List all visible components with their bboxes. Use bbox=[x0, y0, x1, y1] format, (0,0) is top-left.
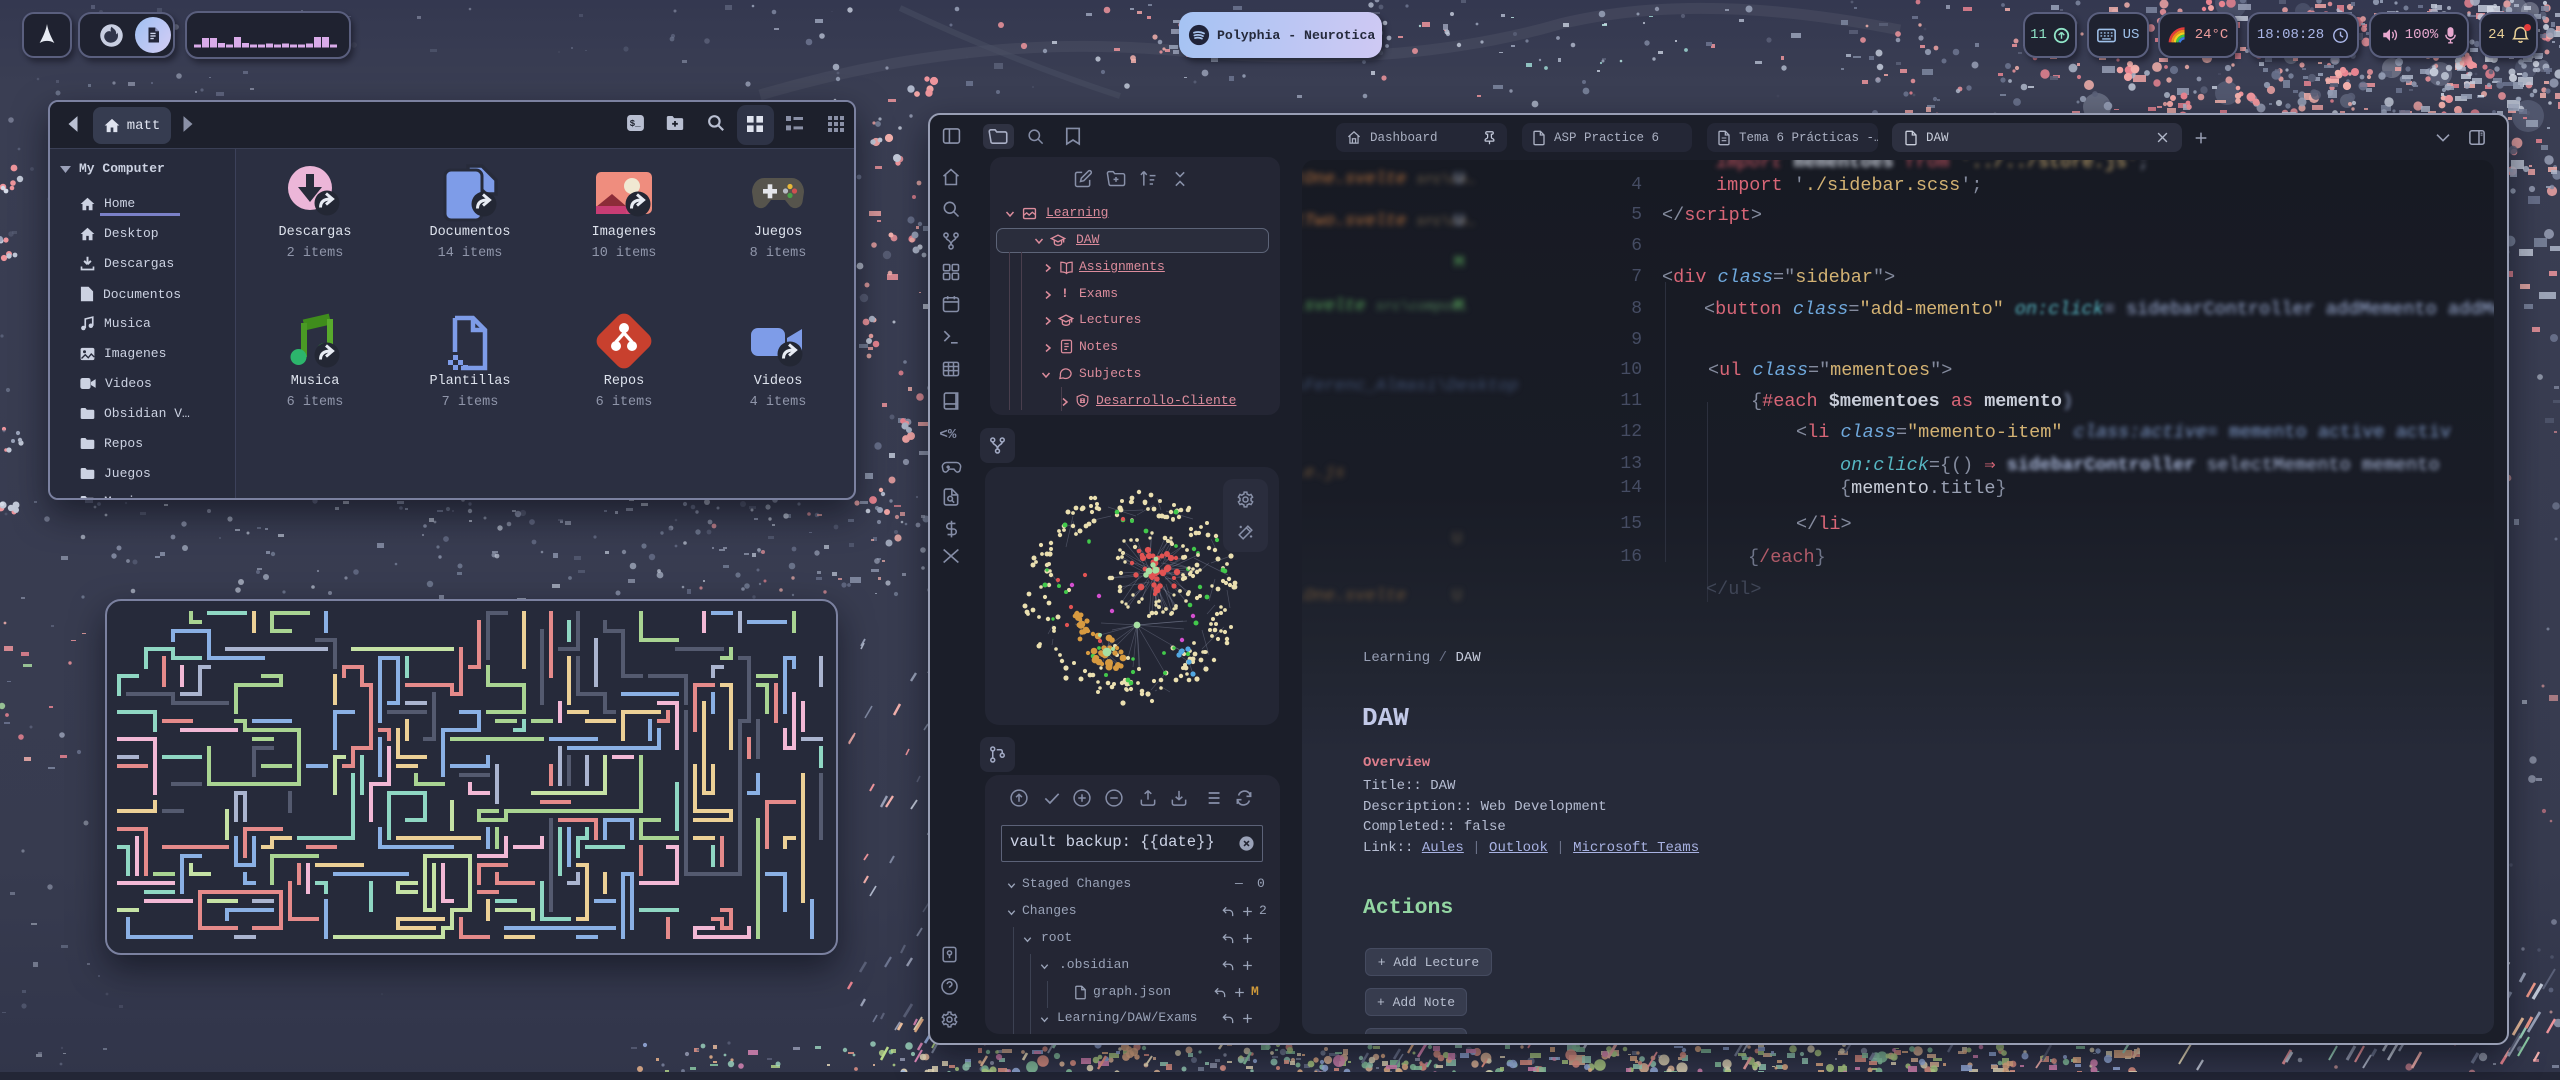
svg-text:$_: $_ bbox=[630, 118, 642, 129]
svg-text:<%: <% bbox=[939, 427, 956, 443]
